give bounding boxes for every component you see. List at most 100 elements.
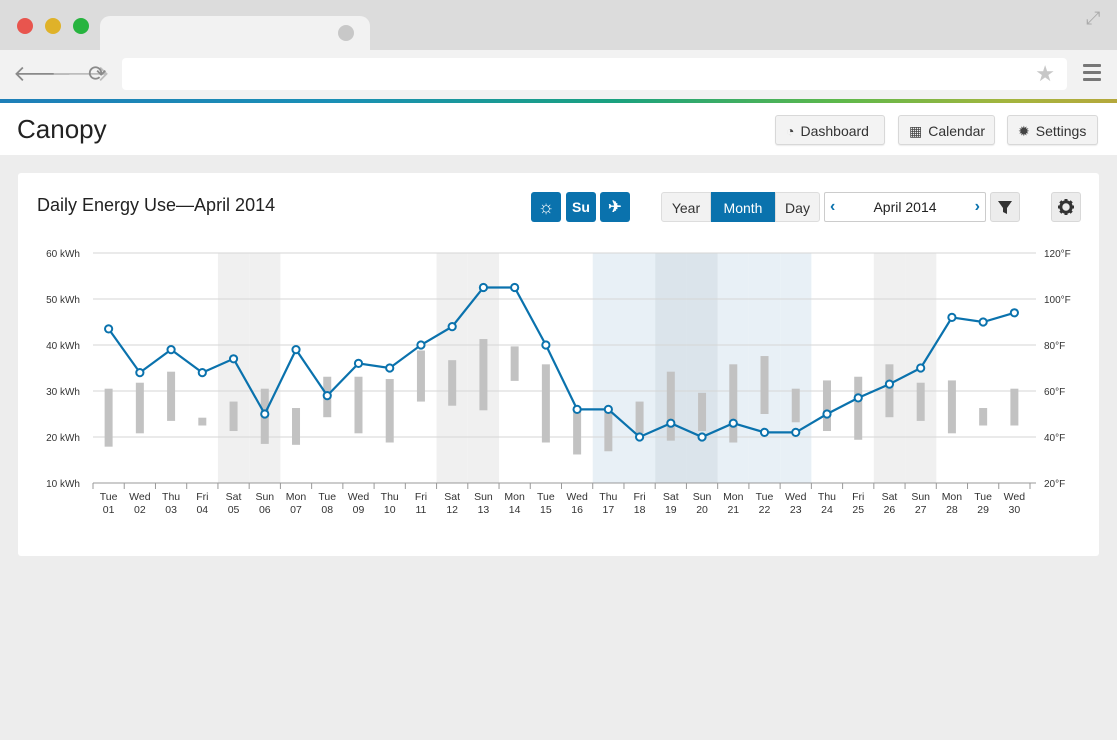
energy-bar: [760, 356, 769, 414]
dashboard-button[interactable]: ◔ Dashboard: [775, 115, 885, 145]
energy-bar: [635, 401, 644, 434]
y-tick-right: 100°F: [1044, 295, 1071, 306]
gauge-icon: ◔: [786, 123, 795, 139]
x-label-weekday: Sun: [911, 491, 930, 503]
temperature-point: [853, 393, 863, 403]
window-close-button[interactable]: [17, 18, 33, 34]
tab-close-icon[interactable]: [338, 25, 354, 41]
x-label-weekday: Sat: [882, 491, 898, 503]
temperature-point: [572, 404, 582, 414]
x-label-date: 24: [821, 504, 833, 516]
temperature-point: [884, 379, 895, 389]
energy-bar: [416, 350, 425, 402]
settings-button[interactable]: ✹ Settings: [1007, 115, 1098, 145]
window-minimize-button[interactable]: [45, 18, 61, 34]
temperature-point: [759, 427, 770, 437]
temperature-point: [947, 312, 957, 322]
x-label-date: 17: [603, 504, 615, 516]
energy-bar: [1010, 388, 1019, 426]
x-label-date: 30: [1009, 504, 1021, 516]
x-label-date: 20: [696, 504, 708, 516]
browser-tab[interactable]: [100, 16, 370, 50]
band-18: [623, 253, 656, 483]
energy-bar: [198, 417, 207, 426]
calendar-button[interactable]: ▦ Calendar: [898, 115, 995, 145]
star-icon[interactable]: ★: [1035, 61, 1055, 87]
temperature-point: [666, 418, 676, 428]
band-06: [249, 253, 281, 483]
energy-bar: [385, 379, 394, 443]
x-label-date: 15: [540, 504, 552, 516]
temperature-point: [478, 282, 489, 293]
settings-label: Settings: [1035, 123, 1087, 139]
app-brand[interactable]: Canopy: [17, 114, 107, 145]
energy-bar: [229, 401, 238, 432]
x-label-weekday: Thu: [599, 491, 617, 503]
x-label-date: 01: [103, 504, 115, 516]
app-header: Canopy ◔ Dashboard ▦ Calendar ✹ Settings: [0, 103, 1117, 155]
energy-bar: [854, 376, 863, 440]
x-label-date: 02: [134, 504, 146, 516]
browser-toolbar: 🡐 🡒 ⟳ ★: [0, 50, 1117, 100]
x-label-weekday: Fri: [852, 491, 864, 503]
x-label-date: 28: [946, 504, 958, 516]
y-tick-right: 80°F: [1044, 341, 1065, 352]
energy-bar: [573, 408, 582, 455]
y-tick-left: 20 kWh: [46, 433, 80, 444]
energy-bar: [916, 382, 925, 421]
temperature-point: [978, 317, 988, 327]
x-label-weekday: Tue: [318, 491, 336, 503]
temperature-point: [416, 340, 426, 350]
x-label-date: 11: [415, 504, 426, 516]
temperature-point: [634, 432, 645, 442]
address-bar[interactable]: ★: [122, 58, 1067, 90]
temperature-point: [791, 427, 801, 437]
browser-chrome: ⤢ 🡐 🡒 ⟳ ★: [0, 0, 1117, 100]
energy-bar: [698, 392, 707, 432]
x-label-weekday: Tue: [537, 491, 555, 503]
x-label-date: 18: [634, 504, 646, 516]
x-label-date: 13: [478, 504, 490, 516]
temperature-point: [260, 409, 270, 419]
calendar-icon: ▦: [909, 123, 923, 139]
x-label-weekday: Tue: [756, 491, 774, 503]
x-label-date: 26: [884, 504, 896, 516]
x-label-weekday: Mon: [942, 491, 963, 503]
temperature-point: [447, 322, 457, 332]
x-label-date: 27: [915, 504, 927, 516]
x-label-weekday: Thu: [381, 491, 399, 503]
x-label-weekday: Tue: [974, 491, 992, 503]
energy-bar: [292, 408, 301, 445]
energy-bar: [947, 380, 956, 434]
y-tick-left: 10 kWh: [46, 479, 80, 490]
temperature-point: [697, 432, 707, 442]
x-label-weekday: Wed: [1004, 491, 1026, 503]
x-label-weekday: Mon: [723, 491, 744, 503]
window-maximize-button[interactable]: [73, 18, 89, 34]
x-label-weekday: Tue: [100, 491, 118, 503]
x-label-date: 04: [196, 504, 208, 516]
energy-bar: [822, 380, 831, 432]
y-tick-right: 120°F: [1044, 249, 1071, 260]
x-label-weekday: Thu: [162, 491, 180, 503]
temperature-point: [353, 358, 364, 368]
energy-bar: [448, 360, 457, 406]
band-weekend-vacation-20: [686, 253, 718, 483]
temperature-point: [1009, 308, 1019, 318]
energy-bar: [729, 364, 738, 443]
temperature-point: [603, 404, 613, 414]
reload-icon[interactable]: ⟳: [88, 60, 106, 88]
x-label-date: 21: [727, 504, 739, 516]
expand-icon[interactable]: ⤢: [1086, 8, 1100, 29]
y-tick-left: 50 kWh: [46, 295, 80, 306]
band-weekend-vacation-19: [655, 253, 687, 483]
x-label-weekday: Sun: [255, 491, 274, 503]
x-label-date: 14: [509, 504, 521, 516]
temperature-point: [322, 391, 332, 401]
y-tick-left: 60 kWh: [46, 249, 80, 260]
x-label-date: 22: [759, 504, 771, 516]
temperature-point: [916, 363, 926, 373]
temperature-point: [228, 354, 239, 364]
temperature-point: [510, 282, 520, 293]
menu-icon[interactable]: [1083, 64, 1101, 85]
